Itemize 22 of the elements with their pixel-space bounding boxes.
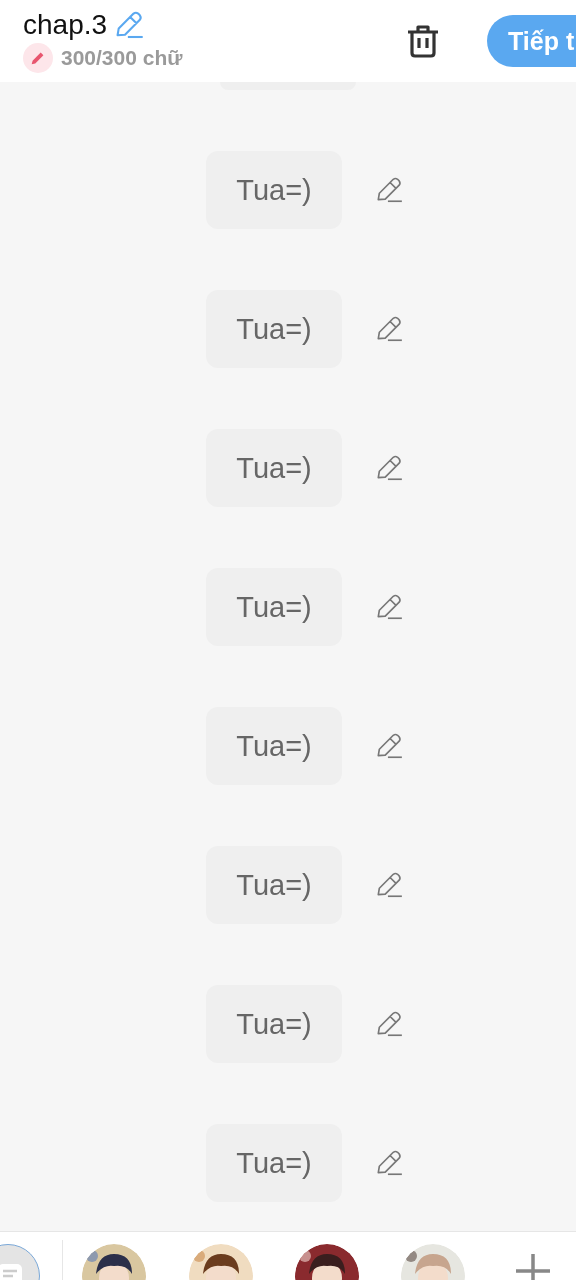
message-bubble[interactable]: Tua=) [206, 707, 342, 785]
add-icon[interactable] [514, 1252, 552, 1280]
message-bubble[interactable]: Tua=) [206, 846, 342, 924]
edit-icon[interactable] [374, 592, 404, 622]
chapter-title: chap.3 [23, 9, 108, 41]
message-bubble[interactable]: Tua=) [206, 985, 342, 1063]
edit-icon[interactable] [374, 731, 404, 761]
message-bubble[interactable]: Tua=) [206, 568, 342, 646]
edit-icon[interactable] [374, 870, 404, 900]
pencil-icon [23, 43, 53, 73]
message-bubble[interactable]: Tua=) [206, 151, 342, 229]
message-bubble[interactable]: Tua=) [206, 429, 342, 507]
delete-icon[interactable] [405, 23, 441, 59]
word-counter: 300/300 chữ [61, 46, 183, 70]
edit-icon[interactable] [374, 1009, 404, 1039]
edit-icon[interactable] [374, 453, 404, 483]
edit-icon[interactable] [374, 1148, 404, 1178]
edit-icon[interactable] [374, 175, 404, 205]
message-bubble[interactable]: Tua=) [206, 1124, 342, 1202]
message-bubble[interactable]: Tua=) [206, 290, 342, 368]
edit-icon[interactable] [374, 314, 404, 344]
next-button[interactable]: Tiếp t [487, 15, 576, 67]
